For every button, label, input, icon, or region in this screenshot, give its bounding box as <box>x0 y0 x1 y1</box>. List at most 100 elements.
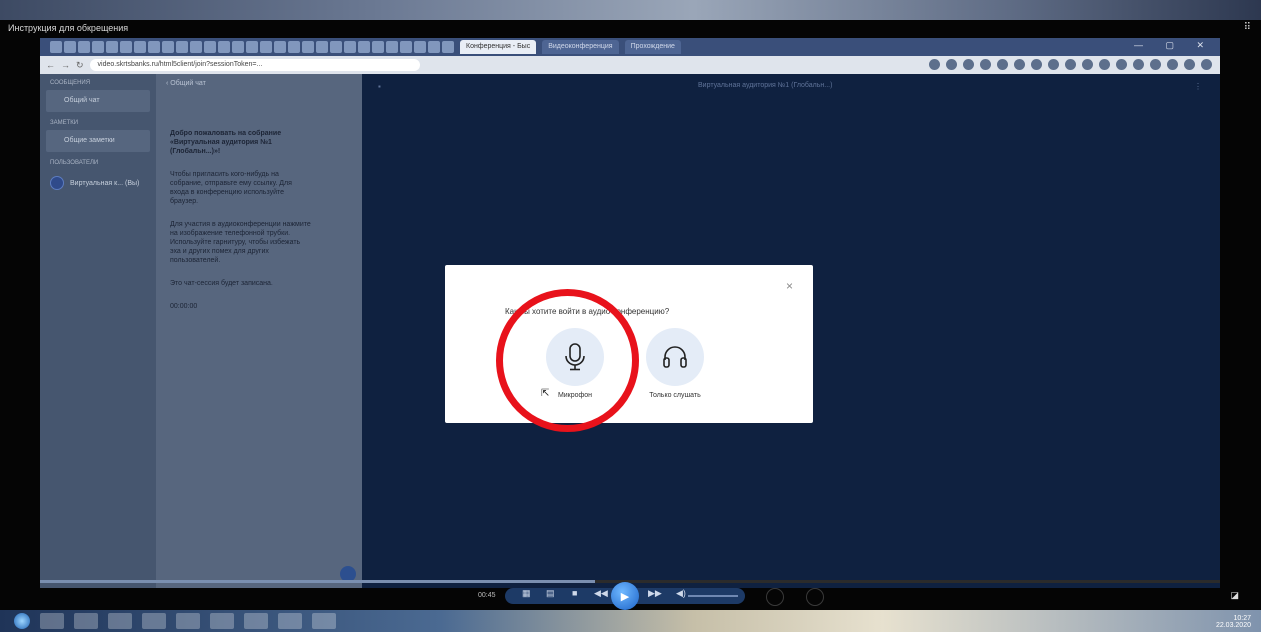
stop-icon[interactable]: ■ <box>572 588 577 598</box>
listen-only-button[interactable]: Только слушать <box>643 328 707 399</box>
section-messages: СООБЩЕНИЯ <box>50 80 91 86</box>
extension-icon[interactable] <box>929 59 940 70</box>
taskbar-app-icon[interactable] <box>312 613 336 629</box>
bookmark-icon[interactable] <box>78 41 90 53</box>
bookmark-icon[interactable] <box>330 41 342 53</box>
start-button[interactable] <box>14 613 30 629</box>
bookmark-icon[interactable] <box>246 41 258 53</box>
switch-to-library-icon[interactable]: ◪ <box>1230 590 1239 601</box>
bookmark-icon[interactable] <box>372 41 384 53</box>
bookmark-icon[interactable] <box>92 41 104 53</box>
bookmark-icon[interactable] <box>134 41 146 53</box>
menu-icon[interactable] <box>1201 59 1212 70</box>
desktop-top-strip <box>0 0 1261 20</box>
bookmark-icon[interactable] <box>316 41 328 53</box>
play-button[interactable]: ▶ <box>611 582 639 610</box>
bookmark-icon[interactable] <box>232 41 244 53</box>
volume-slider[interactable] <box>688 595 738 597</box>
player-controls: 00:45 ▦ ▤ ■ ◀◀ ▶ ▶▶ ◀) ◪ <box>0 576 1261 610</box>
extension-icon[interactable] <box>1116 59 1127 70</box>
meeting-title: Виртуальная аудитория №1 (Глобальн...) <box>698 82 833 89</box>
system-tray-clock[interactable]: 10:27 22.03.2020 <box>1216 615 1251 629</box>
bookmark-icon[interactable] <box>190 41 202 53</box>
chat-panel: ‹ Общий чат Добро пожаловать на собрание… <box>156 74 362 588</box>
extension-icon[interactable] <box>1014 59 1025 70</box>
headphones-icon[interactable] <box>646 328 704 386</box>
shuffle-icon[interactable]: ▤ <box>546 588 555 599</box>
extension-icon[interactable] <box>1065 59 1076 70</box>
microphone-icon[interactable] <box>546 328 604 386</box>
extension-icon[interactable] <box>997 59 1008 70</box>
bookmark-icon[interactable] <box>204 41 216 53</box>
taskbar-app-icon[interactable] <box>142 613 166 629</box>
previous-icon[interactable]: ◀◀ <box>594 588 608 599</box>
player-menu-icon[interactable]: ⠿ <box>1244 22 1251 33</box>
playlist-icon[interactable]: ▦ <box>522 588 531 599</box>
bookmark-icon[interactable] <box>442 41 454 53</box>
bookmark-icon[interactable] <box>162 41 174 53</box>
bookmark-icon[interactable] <box>218 41 230 53</box>
browser-tabstrip: Конференция - Быс Видеоконференция Прохо… <box>40 38 1220 56</box>
elapsed-time: 00:45 <box>478 592 496 599</box>
extension-icon[interactable] <box>963 59 974 70</box>
bookmark-icon[interactable] <box>288 41 300 53</box>
taskbar-app-icon[interactable] <box>176 613 200 629</box>
forward-icon[interactable]: → <box>61 60 70 70</box>
next-icon[interactable]: ▶▶ <box>648 588 662 599</box>
extension-icon[interactable] <box>980 59 991 70</box>
close-icon[interactable]: × <box>786 279 793 293</box>
tab-conference[interactable]: Конференция - Быс <box>460 40 537 54</box>
extension-icon[interactable] <box>946 59 957 70</box>
bookmark-icon[interactable] <box>64 41 76 53</box>
bookmark-icon[interactable] <box>302 41 314 53</box>
shared-notes-item[interactable]: Общие заметки <box>46 130 150 152</box>
taskbar-app-icon[interactable] <box>108 613 132 629</box>
taskbar-app-icon[interactable] <box>244 613 268 629</box>
layout-icon[interactable]: ▪ <box>378 82 381 91</box>
bookmark-icon[interactable] <box>148 41 160 53</box>
bookmark-icon[interactable] <box>274 41 286 53</box>
tab-course[interactable]: Прохождение <box>624 40 681 54</box>
bookmark-icon[interactable] <box>358 41 370 53</box>
section-users: ПОЛЬЗОВАТЕЛИ <box>50 160 99 166</box>
bookmark-icon[interactable] <box>386 41 398 53</box>
seek-progress <box>40 580 595 583</box>
extension-icon[interactable] <box>1082 59 1093 70</box>
bookmark-icon[interactable] <box>260 41 272 53</box>
extension-icon[interactable] <box>1167 59 1178 70</box>
bookmark-icon[interactable] <box>50 41 62 53</box>
taskbar-app-icon[interactable] <box>74 613 98 629</box>
bookmark-icon[interactable] <box>400 41 412 53</box>
bookmark-icon[interactable] <box>414 41 426 53</box>
extension-icon[interactable] <box>1048 59 1059 70</box>
taskbar-app-icon[interactable] <box>278 613 302 629</box>
url-input[interactable]: video.skrtsbanks.ru/html5client/join?ses… <box>89 59 420 71</box>
taskbar-app-icon[interactable] <box>210 613 234 629</box>
profile-icon[interactable] <box>1184 59 1195 70</box>
extension-icon[interactable] <box>1150 59 1161 70</box>
options-icon[interactable]: ⋮ <box>1194 82 1202 91</box>
extension-icon[interactable] <box>1133 59 1144 70</box>
bookmark-icon[interactable] <box>344 41 356 53</box>
user-list-item[interactable]: Виртуальная к... (Вы) <box>40 168 156 198</box>
fullscreen-icon[interactable] <box>806 588 824 606</box>
back-icon[interactable]: ← <box>46 60 55 70</box>
extension-icons <box>929 59 1212 70</box>
taskbar-app-icon[interactable] <box>40 613 64 629</box>
bookmark-icon[interactable] <box>120 41 132 53</box>
volume-icon[interactable]: ◀) <box>676 588 686 599</box>
bookmark-icon[interactable] <box>428 41 440 53</box>
window-controls[interactable]: — ▢ ✕ <box>1134 40 1214 51</box>
address-bar: ← → ↻ video.skrtsbanks.ru/html5client/jo… <box>40 56 1220 74</box>
public-chat-item[interactable]: Общий чат <box>46 90 150 112</box>
extension-icon[interactable] <box>1099 59 1110 70</box>
extension-icon[interactable] <box>1031 59 1042 70</box>
switch-mode-icon[interactable] <box>766 588 784 606</box>
bookmark-icon[interactable] <box>106 41 118 53</box>
reload-icon[interactable]: ↻ <box>76 60 84 71</box>
microphone-button[interactable]: Микрофон <box>543 328 607 399</box>
clock-time: 10:27 <box>1233 615 1251 622</box>
chat-header[interactable]: ‹ Общий чат <box>156 74 362 93</box>
tab-video[interactable]: Видеоконференция <box>542 40 619 54</box>
bookmark-icon[interactable] <box>176 41 188 53</box>
